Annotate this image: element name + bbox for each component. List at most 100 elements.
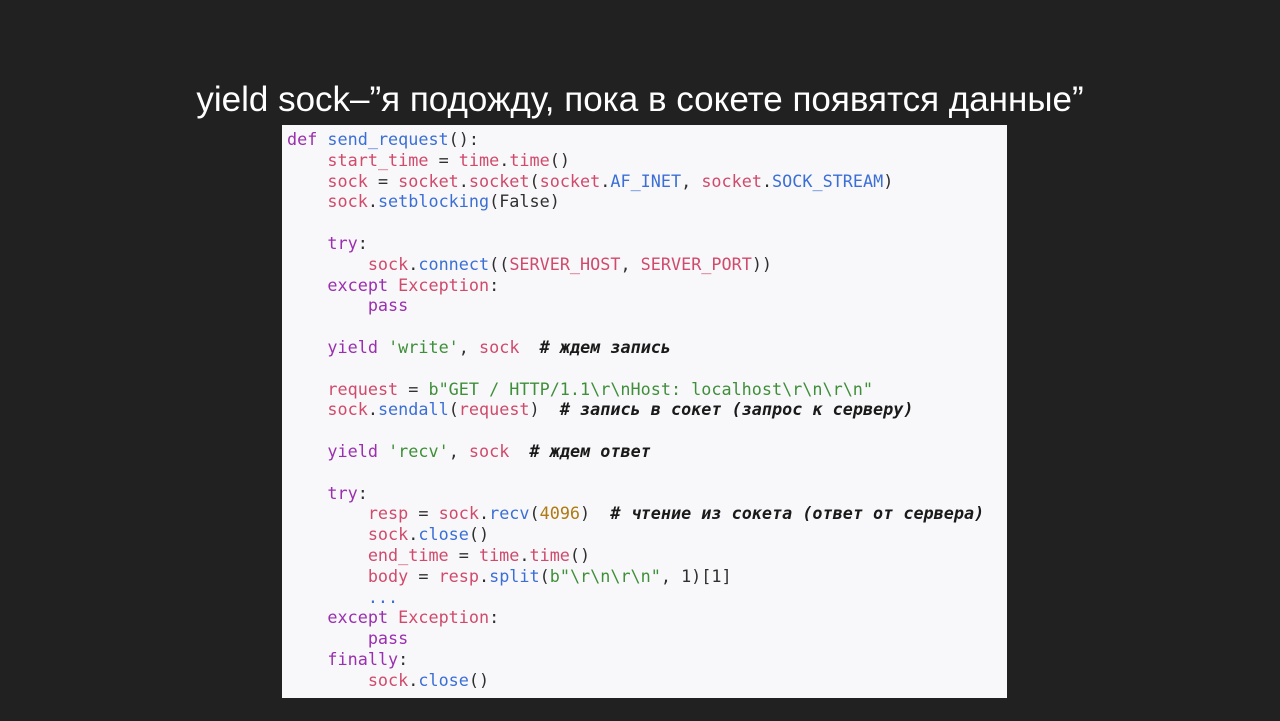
code-token: = [428,149,459,170]
code-token: recv [489,503,530,524]
code-token: ) [580,503,611,524]
code-token: pass [367,295,409,316]
code-line: try: [287,483,984,504]
code-token: send_request [327,129,449,149]
code-token: close [418,524,469,545]
code-line: sock.close() [287,670,984,691]
code-token: finally [327,648,399,669]
code-token: . [478,503,490,524]
code-token: yield [327,336,378,357]
code-line: resp = sock.recv(4096) # чтение из сокет… [287,503,984,524]
code-token: except [327,607,389,628]
code-token: . [408,253,419,274]
code-token: . [600,170,611,191]
code-token: sock [479,336,520,357]
code-token: split [489,565,540,586]
code-token: time [529,544,570,565]
code-token: sock [367,524,409,545]
code-token: = [408,503,439,524]
code-token: . [478,565,490,586]
code-token: sock [367,669,409,690]
code-token: . [408,524,419,545]
code-token: # ждем ответ [529,440,651,461]
code-token: # запись в сокет (запрос к серверу) [559,399,914,420]
code-token: , [620,253,641,274]
code-token: resp [438,565,479,586]
code-token: request [327,378,399,399]
code-token: 'write' [388,336,459,357]
code-line: sock.connect((SERVER_HOST, SERVER_PORT)) [287,254,984,275]
code-token: time [478,544,520,565]
code-token: end_time [367,544,449,565]
code-token: . [499,149,510,170]
code-token: resp [367,503,409,524]
code-line: finally: [287,649,984,670]
code-token: , [681,170,702,191]
code-token: , [448,440,469,461]
code-token: () [468,669,490,690]
code-line: start_time = time.time() [287,150,984,171]
code-token: . [367,191,378,212]
code-token: socket [701,170,762,191]
code-token: = [367,170,399,191]
code-token: # чтение из сокета (ответ от сервера) [610,503,985,524]
code-line: def send_request(): [287,129,984,150]
code-token: sendall [377,399,449,420]
code-line: pass [287,295,984,316]
code-token: ( [539,565,550,586]
code-token: setblocking [377,191,490,212]
code-token: . [519,544,530,565]
code-token: )) [751,253,773,274]
slide: yield sock–”я подожду, пока в сокете поя… [0,0,1280,721]
code-token: sock [468,440,510,461]
code-token: : [489,607,500,628]
code-panel: def send_request(): start_time = time.ti… [282,125,1007,698]
code-token: ( [448,399,459,420]
code-token: : [398,648,409,669]
code-token: Exception [398,607,490,628]
code-line: sock = socket.socket(socket.AF_INET, soc… [287,171,984,192]
code-token: (( [489,253,510,274]
code-token: request [458,399,530,420]
code-line: except Exception: [287,275,984,296]
code-token: ( [529,170,540,191]
code-line: ... [287,587,984,608]
code-token: ) [529,399,560,420]
code-token: pass [367,628,409,649]
code-token: 4096 [539,503,581,524]
code-token: = [448,544,479,565]
code-token: sock [438,503,479,524]
code-token: . [761,170,773,191]
code-token: , 1)[1] [660,565,732,586]
code-token: body [367,565,409,586]
code-line: sock.close() [287,524,984,545]
code-token: socket [398,170,459,191]
code-token: , [458,336,480,357]
code-token: : [357,482,368,503]
code-token: SERVER_HOST [509,253,621,274]
code-token: yield [327,440,378,461]
code-token: 'recv' [388,440,449,461]
code-token: b"GET / HTTP/1.1\r\nHost: localhost\r\n\… [428,378,874,399]
